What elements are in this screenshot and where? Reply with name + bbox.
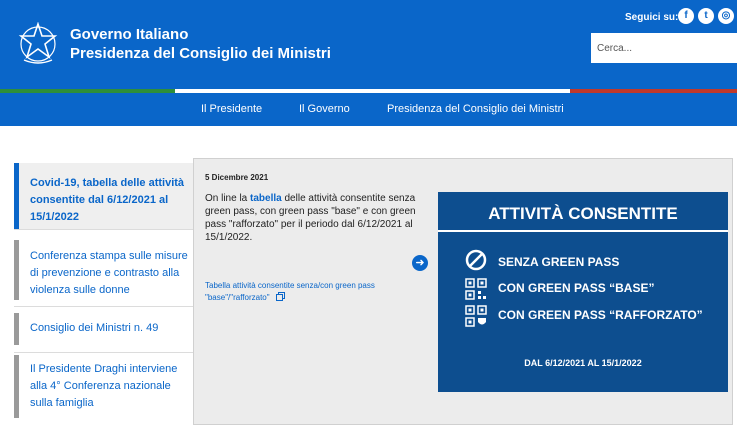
nav-item-governo[interactable]: Il Governo (299, 103, 350, 115)
arrow-right-icon[interactable]: ➜ (412, 255, 428, 271)
banner-title: ATTIVITÀ CONSENTITE (488, 204, 678, 223)
sidebar-divider (14, 306, 194, 307)
banner-date-range: DAL 6/12/2021 AL 15/1/2022 (524, 358, 642, 368)
banner-row-no-pass: SENZA GREEN PASS (498, 255, 620, 269)
banner-row-reinforced-pass: CON GREEN PASS “RAFFORZATO” (498, 308, 703, 322)
italian-emblem-icon[interactable] (18, 22, 58, 66)
sidebar-divider (14, 352, 194, 353)
follow-label: Seguici su: (625, 12, 679, 23)
main-nav: Il Presidente Il Governo Presidenza del … (0, 93, 737, 126)
sidebar-item-press-conference[interactable]: Conferenza stampa sulle misure di preven… (14, 240, 194, 300)
twitter-icon[interactable]: t (698, 8, 714, 24)
nav-item-presidente[interactable]: Il Presidente (201, 103, 262, 115)
site-subtitle[interactable]: Presidenza del Consiglio dei Ministri (70, 44, 331, 63)
nav-item-presidenza[interactable]: Presidenza del Consiglio dei Ministri (387, 103, 564, 115)
qr-code-shield-icon (465, 305, 487, 327)
sidebar-item-draghi-conference[interactable]: Il Presidente Draghi interviene alla 4° … (14, 355, 194, 418)
sidebar-item-covid-table[interactable]: Covid-19, tabella delle attività consent… (14, 163, 194, 229)
site-title[interactable]: Governo Italiano (70, 25, 188, 44)
table-link[interactable]: tabella (250, 193, 282, 204)
qr-code-icon (465, 278, 487, 300)
document-link[interactable]: Tabella attività consentite senza/con gr… (205, 280, 405, 304)
banner-row-base-pass: CON GREEN PASS “BASE” (498, 281, 655, 295)
search-input[interactable] (591, 33, 737, 63)
banner-divider (438, 230, 728, 232)
article-description: On line la tabella delle attività consen… (205, 192, 425, 244)
sidebar-item-council[interactable]: Consiglio dei Ministri n. 49 (14, 313, 194, 345)
desc-text: On line la (205, 193, 251, 204)
document-link-label[interactable]: Tabella attività consentite senza/con gr… (205, 281, 375, 302)
sidebar-divider (14, 229, 194, 230)
instagram-icon[interactable]: ◎ (718, 8, 734, 24)
activities-banner[interactable]: ATTIVITÀ CONSENTITE SENZA GREEN PASS CON… (438, 192, 728, 392)
no-symbol-icon (465, 249, 487, 271)
copy-icon[interactable] (275, 292, 285, 301)
article-date: 5 Dicembre 2021 (205, 173, 269, 182)
site-header: Governo Italiano Presidenza del Consigli… (0, 0, 737, 89)
facebook-icon[interactable]: f (678, 8, 694, 24)
